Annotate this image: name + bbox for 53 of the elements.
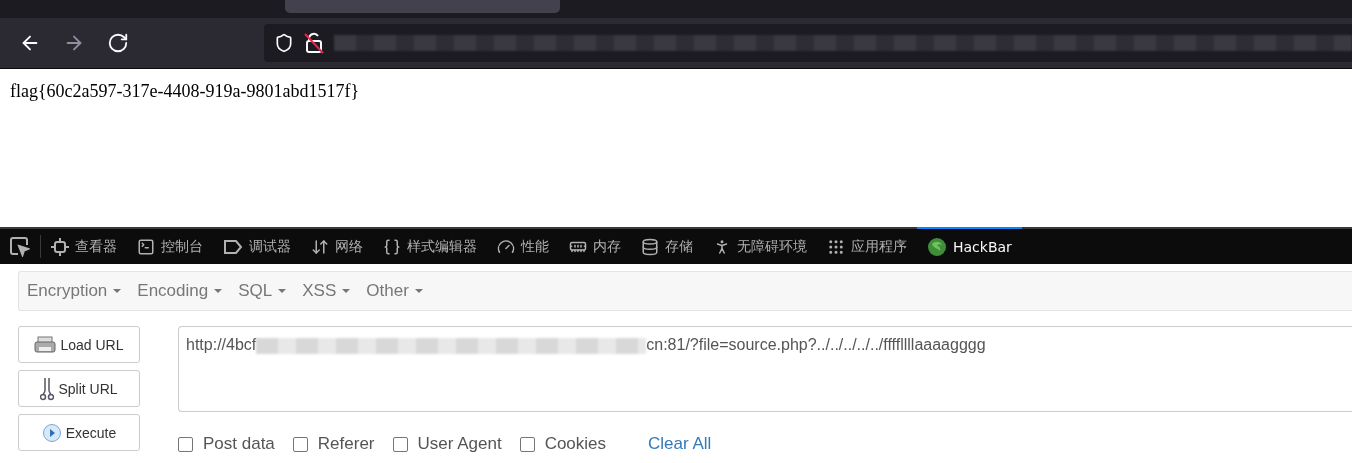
devtools-tab[interactable]: 内存 (559, 227, 631, 264)
insecure-lock-icon (304, 32, 324, 54)
clear-all-link[interactable]: Clear All (648, 434, 712, 454)
devtools-tab[interactable]: 性能 (487, 227, 559, 264)
url-end-text: cn:81/?file=source.php?../../../../../ffffllllaaaagggg (646, 336, 986, 354)
checkbox-label: User Agent (417, 434, 502, 454)
play-icon (41, 422, 62, 443)
devtools-tab[interactable]: 无障碍环境 (703, 227, 817, 264)
shield-icon (274, 33, 294, 53)
devtools-tab[interactable]: 查看器 (41, 227, 127, 264)
caret-icon (214, 289, 223, 293)
menu-dropdown[interactable]: Encoding (137, 281, 233, 301)
scissors-icon (40, 376, 55, 401)
devtools-tab[interactable]: 应用程序 (817, 227, 917, 264)
checkbox[interactable] (392, 436, 408, 452)
devtools-tab[interactable]: 样式编辑器 (373, 227, 487, 264)
checkbox[interactable] (292, 436, 308, 452)
printer-icon (34, 335, 57, 354)
url-textarea[interactable]: http://4bcf cn:81/?file=source.php?../../../../../ffffllllaaaagggg (178, 326, 1352, 412)
checkbox[interactable] (178, 436, 193, 452)
execute-url-button[interactable]: Execute (18, 414, 140, 451)
caret-icon (342, 289, 351, 293)
network-icon (311, 237, 329, 256)
devtools-tab[interactable]: 控制台 (127, 227, 213, 264)
flag-text: flag{60c2a597-317e-4408-919a-9801abd1517f} (10, 81, 361, 102)
devtools-tab[interactable]: 存储 (631, 227, 703, 264)
gauge-icon (497, 237, 515, 256)
element-picker-icon[interactable] (10, 236, 30, 257)
split-url-button[interactable]: Split URL (18, 370, 140, 407)
checkbox-label: Referer (317, 434, 375, 454)
checkbox-label: Post data (203, 434, 275, 454)
hackbar-logo-icon (927, 236, 947, 257)
menu-dropdown[interactable]: SQL (238, 281, 297, 301)
caret-icon (278, 289, 287, 293)
console-icon (137, 237, 155, 256)
checkbox[interactable] (519, 436, 535, 452)
menu-dropdown[interactable]: Encryption (27, 281, 132, 301)
caret-icon (414, 289, 423, 293)
tag-icon (223, 238, 243, 255)
storage-icon (641, 237, 659, 256)
caret-icon (113, 289, 122, 293)
grid-icon (827, 237, 845, 256)
load-url-button[interactable]: Load URL (18, 326, 140, 363)
url-start-text: http://4bcf (186, 336, 257, 354)
checkbox-label: Cookies (544, 434, 607, 454)
inspector-icon (51, 237, 69, 256)
menu-dropdown[interactable]: Other (366, 281, 433, 301)
reload-icon (107, 32, 129, 54)
menu-dropdown[interactable]: XSS (302, 281, 361, 301)
braces-icon (383, 237, 401, 256)
devtools-tab[interactable]: 调试器 (213, 227, 301, 264)
devtools-tab[interactable]: HackBar (917, 227, 1022, 264)
devtools-tab[interactable]: 网络 (301, 227, 373, 264)
